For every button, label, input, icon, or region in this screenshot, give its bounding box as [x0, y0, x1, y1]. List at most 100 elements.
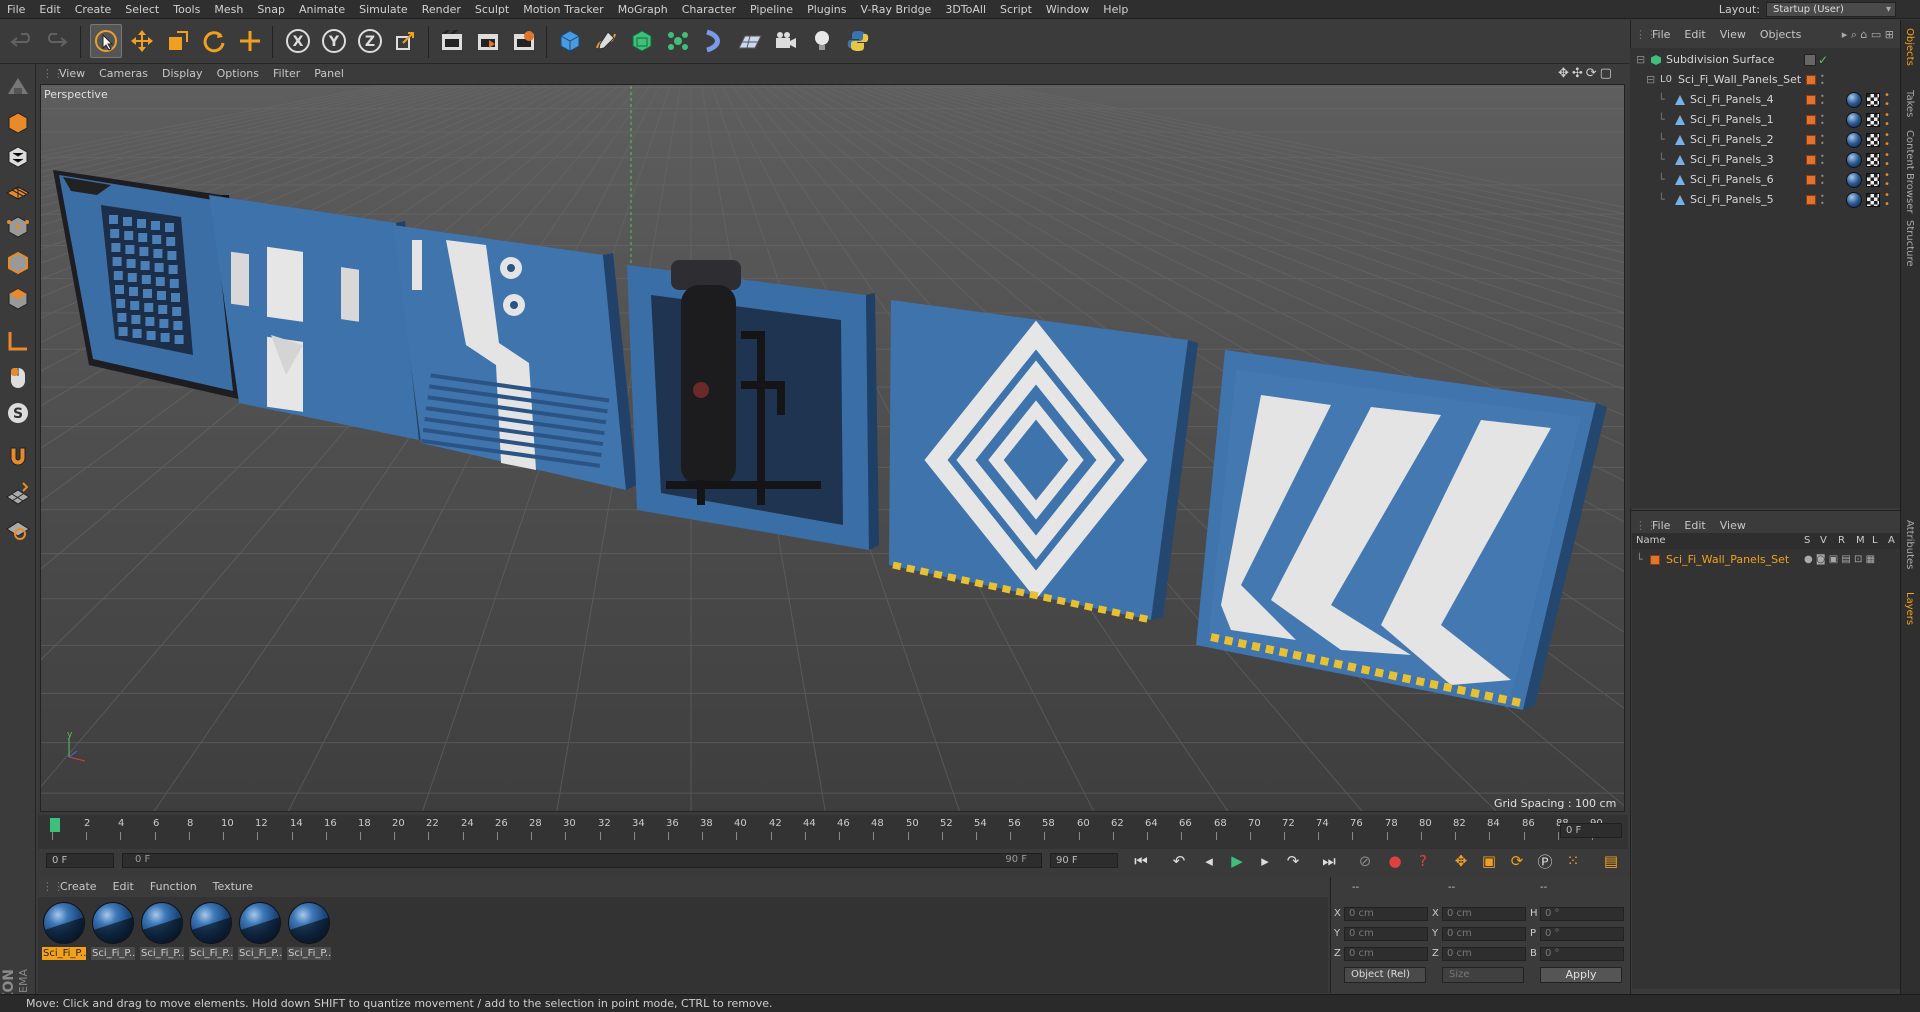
material-menu-function[interactable]: Function	[142, 877, 205, 897]
phong-tag-icon[interactable]: • •	[1884, 111, 1890, 130]
uvw-tag-icon[interactable]	[1866, 193, 1880, 207]
layer-color-icon[interactable]	[1806, 75, 1816, 85]
menu-character[interactable]: Character	[675, 0, 743, 19]
viewport-menu-panel[interactable]: Panel	[307, 64, 351, 84]
workplane-mode-icon[interactable]	[3, 176, 33, 206]
3d-viewport[interactable]: y	[40, 84, 1625, 812]
material-menu-create[interactable]: Create	[52, 877, 105, 897]
material-tag-icon[interactable]	[1846, 92, 1862, 108]
position-z-field[interactable]: 0 cm	[1344, 947, 1428, 961]
object-row-child[interactable]: └ Sci_Fi_Panels_5 • • • •	[1630, 190, 1900, 210]
go-to-previous-key-icon[interactable]: ↶	[1166, 849, 1192, 873]
menu-tools[interactable]: Tools	[166, 0, 207, 19]
material-menu-texture[interactable]: Texture	[205, 877, 261, 897]
menu-simulate[interactable]: Simulate	[352, 0, 415, 19]
layer-color-icon[interactable]	[1806, 135, 1816, 145]
viewport-menu-view[interactable]: View	[52, 64, 92, 84]
layer-color-icon[interactable]	[1806, 155, 1816, 165]
uvw-tag-icon[interactable]	[1866, 173, 1880, 187]
next-frame-icon[interactable]: ▸	[1252, 849, 1278, 873]
tab-takes[interactable]: Takes	[1904, 90, 1915, 117]
menu-mograph[interactable]: MoGraph	[611, 0, 675, 19]
material-tag-icon[interactable]	[1846, 152, 1862, 168]
menu-pipeline[interactable]: Pipeline	[743, 0, 800, 19]
make-editable-icon[interactable]	[3, 72, 33, 102]
rotation-h-field[interactable]: 0 °	[1540, 907, 1624, 921]
playhead[interactable]	[50, 818, 60, 832]
size-y-field[interactable]: 0 cm	[1442, 927, 1526, 941]
layer-color-icon[interactable]	[1650, 555, 1660, 565]
material-swatch[interactable]: Sci_Fi_P...	[287, 902, 331, 960]
menu-vray-bridge[interactable]: V-Ray Bridge	[853, 0, 938, 19]
x-axis-lock-icon[interactable]: X	[282, 24, 314, 58]
axis-mode-icon[interactable]	[3, 326, 33, 356]
visibility-dots-icon[interactable]: • •	[1820, 133, 1826, 148]
object-row-child[interactable]: └ Sci_Fi_Panels_3 • • • •	[1630, 150, 1900, 170]
menu-create[interactable]: Create	[68, 0, 119, 19]
play-icon[interactable]: ▶	[1224, 849, 1250, 873]
tab-layers[interactable]: Layers	[1904, 592, 1915, 625]
tab-objects[interactable]: Objects	[1904, 28, 1915, 66]
menu-file[interactable]: File	[0, 0, 32, 19]
phong-tag-icon[interactable]: • •	[1884, 151, 1890, 170]
object-menu-file[interactable]: File	[1645, 24, 1677, 46]
go-to-end-icon[interactable]: ⏭	[1316, 849, 1342, 873]
key-scale-icon[interactable]: ▣	[1476, 849, 1502, 873]
key-rotation-icon[interactable]: ⟳	[1504, 849, 1530, 873]
coordinate-system-icon[interactable]	[390, 24, 422, 58]
object-row-panels-set[interactable]: ⊟ L0 Sci_Fi_Wall_Panels_Set • •	[1630, 70, 1900, 90]
apply-button[interactable]: Apply	[1540, 967, 1622, 983]
undo-icon[interactable]	[6, 24, 38, 58]
position-x-field[interactable]: 0 cm	[1344, 907, 1428, 921]
size-z-field[interactable]: 0 cm	[1442, 947, 1526, 961]
texture-mode-icon[interactable]	[3, 142, 33, 172]
timeline-ruler[interactable]: 0246810121416182022242628303234363840424…	[50, 818, 1610, 842]
visibility-dots-icon[interactable]: • •	[1820, 153, 1826, 168]
viewport-menu-options[interactable]: Options	[210, 64, 266, 84]
material-tag-icon[interactable]	[1846, 112, 1862, 128]
object-menu-objects[interactable]: Objects	[1753, 24, 1809, 46]
object-row-child[interactable]: └ Sci_Fi_Panels_2 • • • •	[1630, 130, 1900, 150]
camera-icon[interactable]	[770, 24, 802, 58]
range-slider[interactable]: 0 F 90 F	[122, 853, 1042, 868]
layer-row[interactable]: └ Sci_Fi_Wall_Panels_Set ● ◙ ▣ ▤ ⊡ ▦	[1632, 551, 1900, 569]
python-script-icon[interactable]	[842, 24, 874, 58]
current-frame-field[interactable]: 0 F	[1560, 823, 1622, 838]
end-frame-field[interactable]: 90 F	[1050, 853, 1118, 868]
menu-window[interactable]: Window	[1039, 0, 1096, 19]
material-tag-icon[interactable]	[1846, 192, 1862, 208]
object-menu-edit[interactable]: Edit	[1677, 24, 1712, 46]
menu-snap[interactable]: Snap	[250, 0, 292, 19]
points-mode-icon[interactable]	[3, 212, 33, 242]
redo-icon[interactable]	[40, 24, 72, 58]
layer-color-icon[interactable]	[1806, 175, 1816, 185]
move-tool-icon[interactable]	[126, 24, 158, 58]
start-frame-field[interactable]: 0 F	[46, 853, 114, 868]
size-x-field[interactable]: 0 cm	[1442, 907, 1526, 921]
layer-toggle-icons[interactable]: ● ◙ ▣ ▤ ⊡ ▦	[1804, 554, 1875, 565]
tab-structure[interactable]: Structure	[1904, 220, 1915, 267]
phong-tag-icon[interactable]: • •	[1884, 171, 1890, 190]
object-menu-view[interactable]: View	[1713, 24, 1753, 46]
object-row-child[interactable]: └ Sci_Fi_Panels_4 • • • •	[1630, 90, 1900, 110]
viewport-menu-cameras[interactable]: Cameras	[92, 64, 155, 84]
size-mode-dropdown[interactable]: Size	[1442, 967, 1524, 983]
uvw-tag-icon[interactable]	[1866, 113, 1880, 127]
deformer-icon[interactable]	[698, 24, 730, 58]
autokey-icon[interactable]: ●	[1382, 849, 1408, 873]
menu-help[interactable]: Help	[1096, 0, 1135, 19]
previous-frame-icon[interactable]: ◂	[1196, 849, 1222, 873]
record-keys-icon[interactable]: ⊘	[1352, 849, 1378, 873]
layer-color-icon[interactable]	[1806, 195, 1816, 205]
visibility-dots-icon[interactable]: • •	[1820, 113, 1826, 128]
generator-toggle-icon[interactable]	[1804, 54, 1816, 66]
menu-plugins[interactable]: Plugins	[800, 0, 853, 19]
z-axis-lock-icon[interactable]: Z	[354, 24, 386, 58]
menu-3dtoall[interactable]: 3DToAll	[938, 0, 993, 19]
key-point-level-icon[interactable]: ⁙	[1560, 849, 1586, 873]
menu-select[interactable]: Select	[118, 0, 166, 19]
material-swatch[interactable]: Sci_Fi_P...	[140, 902, 184, 960]
visibility-dots-icon[interactable]: • •	[1820, 93, 1826, 108]
live-selection-icon[interactable]	[90, 24, 122, 58]
visibility-dots-icon[interactable]: • •	[1820, 73, 1826, 88]
